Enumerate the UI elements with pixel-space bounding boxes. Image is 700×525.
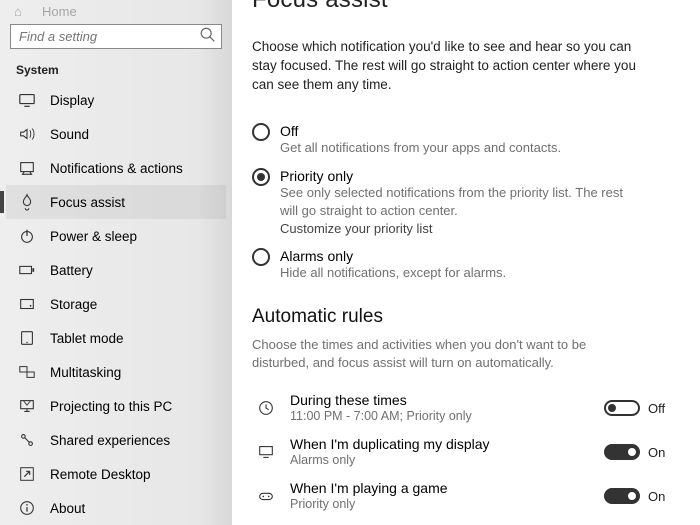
customize-priority-link[interactable]: Customize your priority list bbox=[280, 221, 676, 236]
rule-sub: Alarms only bbox=[290, 453, 604, 468]
radio-label: Off bbox=[280, 123, 676, 139]
page-title: Focus assist bbox=[252, 0, 676, 14]
remote-icon bbox=[16, 465, 38, 483]
search-icon bbox=[199, 26, 215, 47]
radio-button-icon bbox=[252, 248, 270, 266]
radio-description: Hide all notifications, except for alarm… bbox=[280, 264, 640, 282]
battery-icon bbox=[16, 261, 38, 279]
power-icon bbox=[16, 227, 38, 245]
sidebar-item-display[interactable]: Display bbox=[6, 83, 226, 117]
multitasking-icon bbox=[16, 363, 38, 381]
sidebar-item-storage[interactable]: Storage bbox=[6, 287, 226, 321]
monitor-icon bbox=[252, 443, 280, 461]
rule-sub: Priority only bbox=[290, 497, 604, 512]
gamepad-icon bbox=[252, 487, 280, 505]
sidebar-group-title: System bbox=[6, 63, 226, 83]
home-nav[interactable]: ⌂ Home bbox=[6, 4, 226, 18]
rule-at-home[interactable]: When I'm at home Priority only Off bbox=[252, 518, 676, 525]
rule-toggle[interactable] bbox=[604, 488, 640, 504]
rule-playing-game[interactable]: When I'm playing a game Priority only On bbox=[252, 474, 676, 518]
display-icon bbox=[16, 91, 38, 109]
sound-icon bbox=[16, 125, 38, 143]
radio-button-icon bbox=[252, 123, 270, 141]
tablet-icon bbox=[16, 329, 38, 347]
rule-duplicating-display[interactable]: When I'm duplicating my display Alarms o… bbox=[252, 430, 676, 474]
automatic-rules-intro: Choose the times and activities when you… bbox=[252, 336, 632, 372]
storage-icon bbox=[16, 295, 38, 313]
page-intro: Choose which notification you'd like to … bbox=[252, 38, 652, 95]
radio-priority-only[interactable]: Priority only See only selected notifica… bbox=[252, 162, 676, 242]
sidebar-item-label: About bbox=[50, 501, 85, 516]
rule-toggle[interactable] bbox=[604, 400, 640, 416]
sidebar-item-focus-assist[interactable]: Focus assist bbox=[6, 185, 226, 219]
sidebar-item-about[interactable]: About bbox=[6, 491, 226, 525]
automatic-rules-title: Automatic rules bbox=[252, 306, 676, 328]
clock-icon bbox=[252, 399, 280, 417]
rule-title: When I'm playing a game bbox=[290, 480, 604, 497]
sidebar-item-sound[interactable]: Sound bbox=[6, 117, 226, 151]
sidebar-item-label: Storage bbox=[50, 297, 97, 312]
rule-title: When I'm duplicating my display bbox=[290, 436, 604, 453]
sidebar-item-shared[interactable]: Shared experiences bbox=[6, 423, 226, 457]
main-content: Focus assist Choose which notification y… bbox=[232, 0, 700, 525]
sidebar-item-label: Power & sleep bbox=[50, 229, 137, 244]
sidebar-item-label: Battery bbox=[50, 263, 93, 278]
rule-during-times[interactable]: During these times 11:00 PM - 7:00 AM; P… bbox=[252, 386, 676, 430]
radio-alarms-only[interactable]: Alarms only Hide all notifications, exce… bbox=[252, 242, 676, 288]
toggle-state-label: On bbox=[648, 489, 665, 504]
radio-button-icon bbox=[252, 168, 270, 186]
sidebar-item-label: Notifications & actions bbox=[50, 161, 183, 176]
rule-toggle[interactable] bbox=[604, 444, 640, 460]
sidebar-item-power[interactable]: Power & sleep bbox=[6, 219, 226, 253]
shared-icon bbox=[16, 431, 38, 449]
sidebar-item-label: Remote Desktop bbox=[50, 467, 151, 482]
rule-title: During these times bbox=[290, 392, 604, 409]
sidebar: ⌂ Home System Display Sound Notification… bbox=[0, 0, 232, 525]
sidebar-item-label: Shared experiences bbox=[50, 433, 170, 448]
sidebar-item-remote[interactable]: Remote Desktop bbox=[6, 457, 226, 491]
projecting-icon bbox=[16, 397, 38, 415]
home-label: Home bbox=[42, 4, 77, 19]
search-input[interactable] bbox=[19, 29, 199, 44]
sidebar-item-multitasking[interactable]: Multitasking bbox=[6, 355, 226, 389]
radio-off[interactable]: Off Get all notifications from your apps… bbox=[252, 117, 676, 163]
focus-assist-icon bbox=[16, 193, 38, 211]
radio-description: See only selected notifications from the… bbox=[280, 184, 640, 219]
sidebar-item-notifications[interactable]: Notifications & actions bbox=[6, 151, 226, 185]
sidebar-item-label: Tablet mode bbox=[50, 331, 124, 346]
sidebar-item-projecting[interactable]: Projecting to this PC bbox=[6, 389, 226, 423]
radio-label: Priority only bbox=[280, 168, 676, 184]
sidebar-item-label: Projecting to this PC bbox=[50, 399, 172, 414]
toggle-state-label: Off bbox=[648, 401, 665, 416]
rule-sub: 11:00 PM - 7:00 AM; Priority only bbox=[290, 409, 604, 424]
sidebar-item-battery[interactable]: Battery bbox=[6, 253, 226, 287]
toggle-state-label: On bbox=[648, 445, 665, 460]
sidebar-item-label: Multitasking bbox=[50, 365, 121, 380]
home-icon: ⌂ bbox=[14, 4, 32, 19]
radio-description: Get all notifications from your apps and… bbox=[280, 139, 640, 157]
sidebar-item-label: Display bbox=[50, 93, 94, 108]
about-icon bbox=[16, 499, 38, 517]
sidebar-item-label: Focus assist bbox=[50, 195, 125, 210]
settings-search[interactable] bbox=[10, 24, 222, 49]
focus-mode-radio-group: Off Get all notifications from your apps… bbox=[252, 117, 676, 288]
sidebar-item-label: Sound bbox=[50, 127, 89, 142]
sidebar-nav: Display Sound Notifications & actions Fo… bbox=[6, 83, 226, 525]
notifications-icon bbox=[16, 159, 38, 177]
radio-label: Alarms only bbox=[280, 248, 676, 264]
sidebar-item-tablet[interactable]: Tablet mode bbox=[6, 321, 226, 355]
